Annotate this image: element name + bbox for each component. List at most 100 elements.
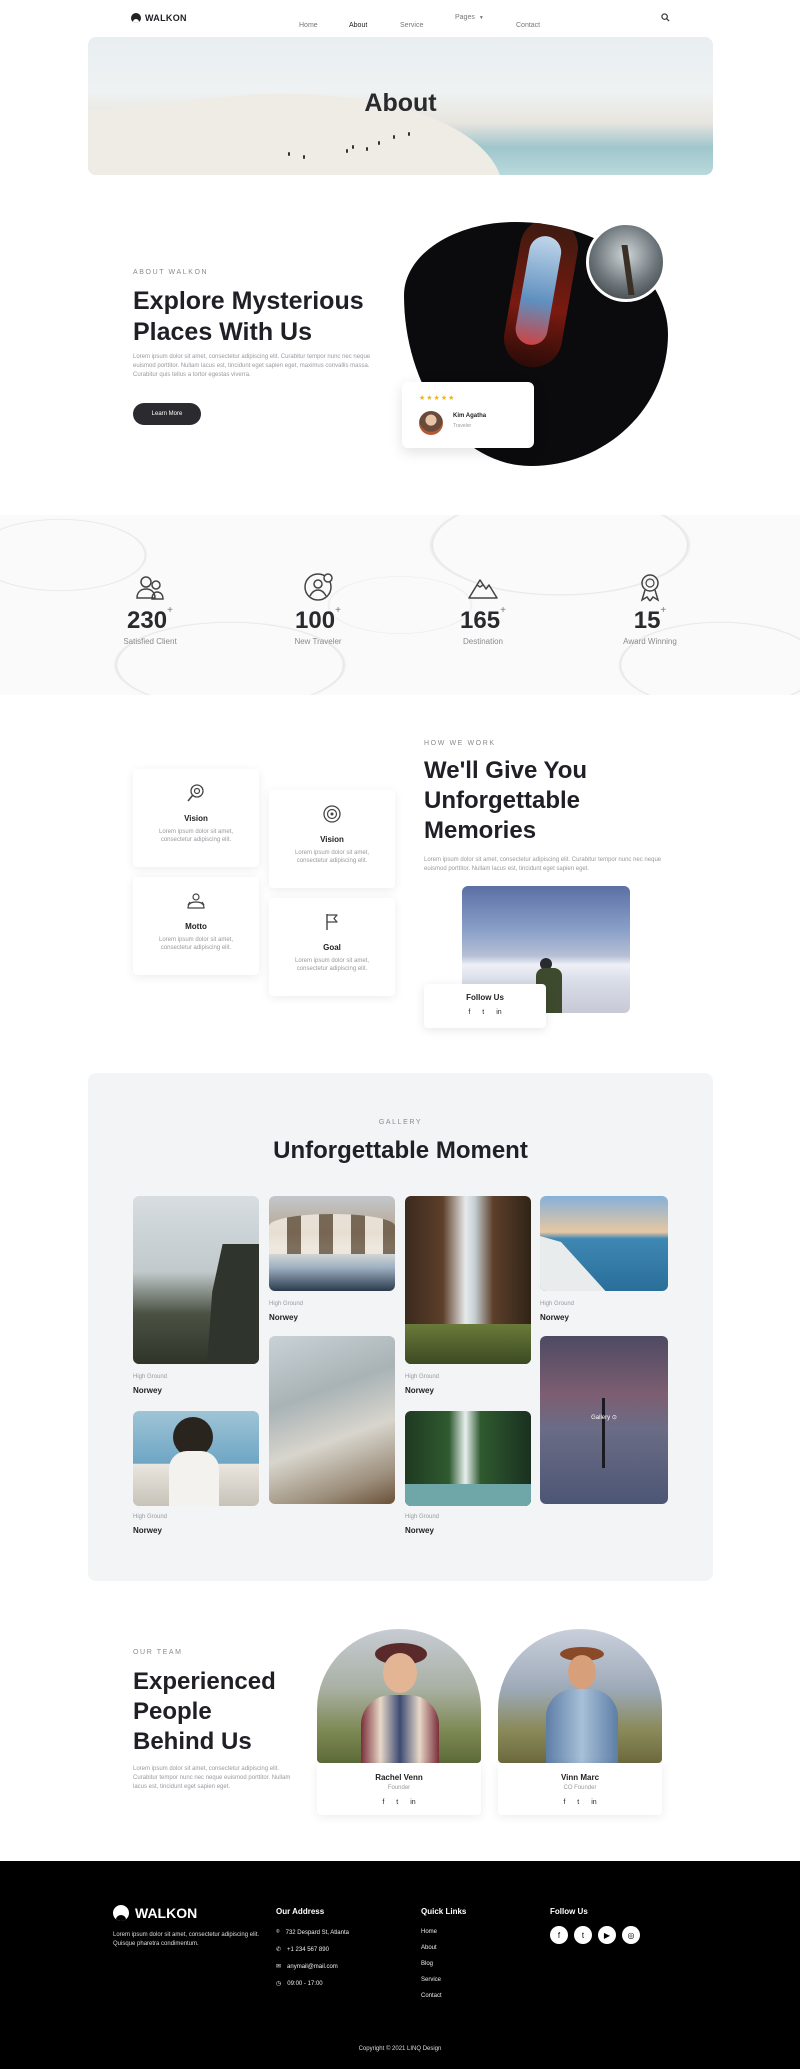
about-thumb-photo [586, 222, 666, 302]
card-text: Lorem ipsum dolor sit amet, consectetur … [294, 850, 370, 864]
team-member-name: Vinn Marc [560, 1773, 600, 1782]
team-member-role: Founder [387, 1785, 411, 1791]
search-icon[interactable] [661, 13, 670, 22]
copyright: Copyright © 2021 LINQ Design [358, 2046, 442, 2052]
nav-pages[interactable]: Pages ▼ [455, 14, 484, 21]
team-card-vinn: Vinn Marc CO Founder f t in [498, 1763, 662, 1815]
about-title: Explore Mysterious Places With Us [133, 287, 364, 346]
how-title: We'll Give You Unforgettable Memories [424, 757, 588, 844]
hero-banner: About [88, 37, 713, 175]
rating-stars: ★★★★★ [419, 395, 456, 402]
tile-subtitle: High Ground [405, 1374, 440, 1380]
phone-icon: ✆ [276, 1947, 282, 1953]
nav-home[interactable]: Home [299, 14, 318, 32]
tile-title[interactable]: Norwey [133, 1526, 162, 1535]
card-text: Lorem ipsum dolor sit amet, consectetur … [158, 829, 234, 843]
stat-satisfied-client: 230+ Satisfied Client [90, 571, 210, 646]
gallery-tile-waterfall[interactable] [405, 1196, 531, 1364]
gallery-eyebrow: GALLERY [378, 1119, 423, 1126]
nav-contact[interactable]: Contact [516, 14, 540, 32]
traveler-icon [304, 573, 333, 601]
facebook-icon[interactable]: f [382, 1799, 384, 1806]
footer-link-service[interactable]: Service [421, 1977, 441, 1983]
stat-label: Award Winning [623, 637, 677, 646]
logo-icon [113, 1905, 129, 1921]
card-title: Goal [323, 943, 341, 952]
tile-title[interactable]: Norwey [405, 1526, 434, 1535]
twitter-icon[interactable]: t [577, 1799, 579, 1806]
how-eyebrow: HOW WE WORK [424, 740, 496, 747]
motto-icon [187, 893, 205, 909]
flag-icon [326, 914, 338, 930]
team-member-role: CO Founder [563, 1785, 597, 1791]
gallery-overlay[interactable]: Gallery ⊙ [540, 1414, 668, 1421]
follow-us-card: Follow Us f t in [424, 984, 546, 1028]
footer-link-about[interactable]: About [421, 1945, 437, 1951]
stats-section: 230+ Satisfied Client 100+ New Traveler … [0, 515, 800, 695]
footer-email[interactable]: ✉ anymail@mail.com [276, 1963, 338, 1971]
linkedin-icon[interactable]: in [496, 1009, 501, 1016]
feature-card-goal: Goal Lorem ipsum dolor sit amet, consect… [269, 898, 395, 996]
vision-icon [187, 784, 204, 802]
card-title: Vision [320, 835, 344, 844]
nav-service[interactable]: Service [400, 14, 423, 32]
target-icon [323, 805, 341, 823]
footer-brand[interactable]: WALKON [113, 1905, 197, 1921]
how-body: Lorem ipsum dolor sit amet, consectetur … [424, 857, 662, 872]
youtube-icon[interactable]: ▶ [598, 1926, 616, 1944]
clock-icon: ◷ [276, 1981, 282, 1987]
logo-icon [131, 13, 141, 23]
stat-value: 165 [460, 607, 501, 634]
team-photo-vinn [498, 1629, 662, 1763]
gallery-tile-arches[interactable] [269, 1196, 395, 1291]
facebook-icon[interactable]: f [468, 1009, 470, 1016]
footer-link-contact[interactable]: Contact [421, 1993, 442, 1999]
tile-title[interactable]: Norwey [133, 1386, 162, 1395]
team-photo-rachel [317, 1629, 481, 1763]
gallery-tile-photographer[interactable] [133, 1411, 259, 1506]
team-member-name: Rachel Venn [375, 1773, 423, 1782]
tile-subtitle: High Ground [405, 1514, 440, 1520]
learn-more-button[interactable]: Learn More [133, 403, 201, 425]
feature-card-motto: Motto Lorem ipsum dolor sit amet, consec… [133, 877, 259, 975]
card-title: Motto [185, 922, 207, 931]
gallery-tile-coast[interactable] [540, 1196, 668, 1291]
about-eyebrow: ABOUT WALKON [133, 269, 209, 276]
stat-destination: 165+ Destination [423, 571, 543, 646]
award-icon [640, 574, 660, 602]
team-card-rachel: Rachel Venn Founder f t in [317, 1763, 481, 1815]
gallery-tile-featured[interactable]: Gallery ⊙ [540, 1336, 668, 1504]
footer-link-home[interactable]: Home [421, 1929, 437, 1935]
gallery-tile-cliff[interactable] [133, 1196, 259, 1364]
twitter-icon[interactable]: t [574, 1926, 592, 1944]
mail-icon: ✉ [276, 1964, 282, 1970]
tile-title[interactable]: Norwey [540, 1313, 569, 1322]
brand-logo[interactable]: WALKON [131, 13, 187, 23]
linkedin-icon[interactable]: in [410, 1799, 415, 1806]
twitter-icon[interactable]: t [396, 1799, 398, 1806]
team-body: Lorem ipsum dolor sit amet, consectetur … [133, 1766, 291, 1790]
facebook-icon[interactable]: f [550, 1926, 568, 1944]
gallery-link-icon: ⊙ [611, 1415, 617, 1421]
about-body: Lorem ipsum dolor sit amet, consectetur … [133, 354, 371, 378]
linkedin-icon[interactable]: in [591, 1799, 596, 1806]
stat-value: 100 [295, 607, 336, 634]
card-text: Lorem ipsum dolor sit amet, consectetur … [158, 937, 234, 951]
footer-hours: ◷ 09:00 - 17:00 [276, 1980, 323, 1988]
tile-title[interactable]: Norwey [269, 1313, 298, 1322]
footer-address: ⌾ 732 Despard St, Atlanta [276, 1929, 349, 1936]
instagram-icon[interactable]: ◎ [622, 1926, 640, 1944]
nav-about[interactable]: About [349, 14, 367, 32]
footer-phone[interactable]: ✆ +1 234 567 890 [276, 1946, 329, 1954]
mountain-icon [468, 579, 498, 599]
gallery-tile-falls[interactable] [405, 1411, 531, 1506]
clients-icon [136, 576, 164, 600]
twitter-icon[interactable]: t [482, 1009, 484, 1016]
footer-address-title: Our Address [276, 1907, 325, 1916]
tile-title[interactable]: Norwey [405, 1386, 434, 1395]
feature-card-vision-2: Vision Lorem ipsum dolor sit amet, conse… [269, 790, 395, 888]
gallery-tile-mountain[interactable] [269, 1336, 395, 1504]
gallery-section: GALLERY Unforgettable Moment High Ground… [88, 1073, 713, 1581]
footer-link-blog[interactable]: Blog [421, 1961, 433, 1967]
facebook-icon[interactable]: f [563, 1799, 565, 1806]
